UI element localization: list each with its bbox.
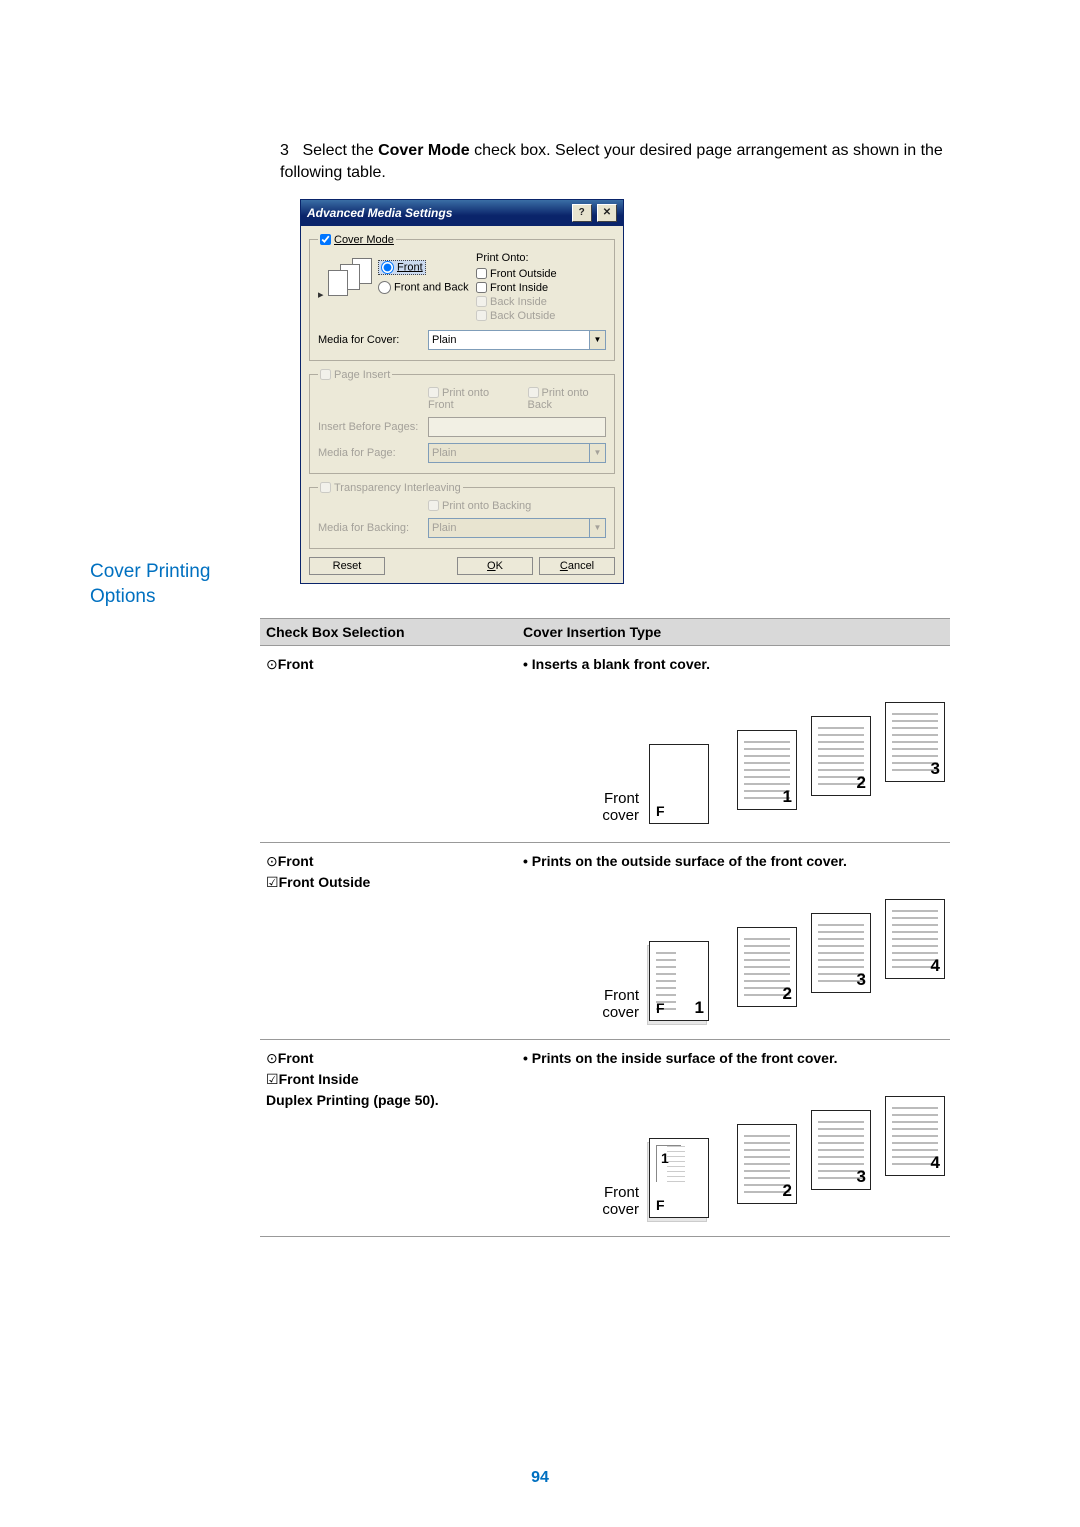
step-instruction: 3 Select the Cover Mode check box. Selec… — [280, 140, 990, 185]
check-print-onto-back: Print onto Back — [528, 387, 606, 411]
media-for-page-label: Media for Page: — [318, 447, 428, 459]
insert-before-label: Insert Before Pages: — [318, 421, 428, 433]
reset-button[interactable]: Reset — [309, 557, 385, 575]
section-heading: Cover Printing Options — [90, 560, 260, 609]
page-number: 94 — [531, 1469, 549, 1487]
cover-mode-group: Cover Mode ▸ Front Front and Back Print … — [309, 234, 615, 361]
check-print-onto-front: Print onto Front — [428, 387, 508, 411]
table-row-insertion-type: • Prints on the inside surface of the fr… — [517, 1039, 950, 1236]
cover-mode-checkbox[interactable] — [320, 234, 331, 245]
cancel-button[interactable]: Cancel — [539, 557, 615, 575]
transparency-checkbox — [320, 482, 331, 493]
table-row-selection: ⊙Front☑Front Outside — [260, 842, 517, 1039]
cover-mode-legend: Cover Mode — [334, 234, 394, 246]
media-for-backing-select: Plain ▼ — [428, 518, 606, 538]
chevron-down-icon: ▼ — [589, 519, 605, 537]
chevron-down-icon: ▼ — [589, 444, 605, 462]
col-cover-insertion-type: Cover Insertion Type — [517, 618, 950, 645]
table-row-selection: ⊙Front — [260, 645, 517, 842]
check-back-outside: Back Outside — [476, 310, 557, 322]
table-row-selection: ⊙Front☑Front InsideDuplex Printing (page… — [260, 1039, 517, 1236]
media-for-cover-label: Media for Cover: — [318, 334, 428, 346]
check-front-inside[interactable]: Front Inside — [476, 282, 557, 294]
col-checkbox-selection: Check Box Selection — [260, 618, 517, 645]
dialog-title: Advanced Media Settings — [307, 206, 452, 220]
cover-diagram: Frontcover321F — [523, 688, 933, 828]
media-for-page-select: Plain ▼ — [428, 443, 606, 463]
close-icon[interactable]: ✕ — [597, 204, 617, 222]
advanced-media-settings-dialog: Advanced Media Settings ? ✕ Cover Mode ▸ — [300, 199, 624, 584]
dialog-titlebar: Advanced Media Settings ? ✕ — [301, 200, 623, 226]
print-onto-label: Print Onto: — [476, 252, 557, 264]
page-insert-group: Page Insert Print onto Front Print onto … — [309, 369, 615, 474]
table-row-insertion-type: • Inserts a blank front cover.Frontcover… — [517, 645, 950, 842]
check-back-inside: Back Inside — [476, 296, 557, 308]
ok-button[interactable]: OK — [457, 557, 533, 575]
step-number: 3 — [280, 140, 298, 162]
insert-before-input — [428, 417, 606, 437]
check-front-outside[interactable]: Front Outside — [476, 268, 557, 280]
table-row-insertion-type: • Prints on the outside surface of the f… — [517, 842, 950, 1039]
transparency-group: Transparency Interleaving Print onto Bac… — [309, 482, 615, 549]
cover-diagram: Frontcover4321F — [523, 1082, 933, 1222]
help-icon[interactable]: ? — [572, 204, 592, 222]
cover-diagram: Frontcover4321F — [523, 885, 933, 1025]
radio-front-and-back[interactable]: Front and Back — [378, 281, 476, 294]
transparency-legend: Transparency Interleaving — [334, 482, 461, 494]
cover-mode-illustration: ▸ — [318, 252, 368, 302]
page-insert-legend: Page Insert — [334, 369, 390, 381]
check-print-onto-backing: Print onto Backing — [428, 500, 531, 512]
media-for-backing-label: Media for Backing: — [318, 522, 428, 534]
chevron-down-icon[interactable]: ▼ — [589, 331, 605, 349]
radio-front[interactable]: Front — [378, 260, 426, 275]
page-insert-checkbox — [320, 369, 331, 380]
cover-options-table: Check Box Selection Cover Insertion Type… — [260, 618, 950, 1237]
media-for-cover-select[interactable]: Plain ▼ — [428, 330, 606, 350]
